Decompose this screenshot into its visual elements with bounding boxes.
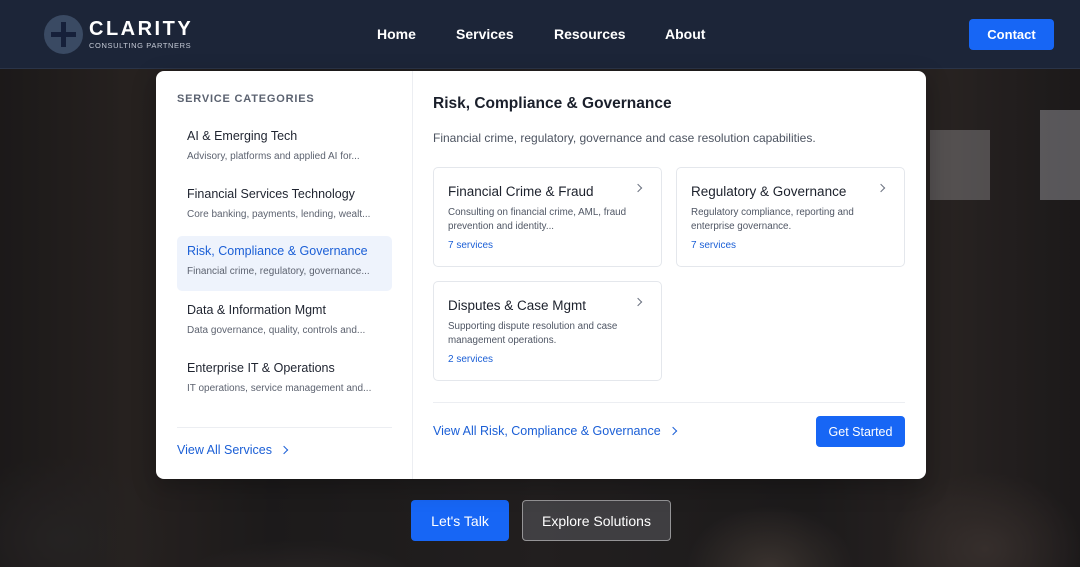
explore-solutions-button[interactable]: Explore Solutions [522,500,671,541]
background-window-light [1040,110,1080,200]
nav-home[interactable]: Home [377,26,416,42]
panel-description: Financial crime, regulatory, governance … [433,131,816,145]
category-description: Data governance, quality, controls and..… [187,325,366,336]
top-navbar: CLARITY CONSULTING PARTNERS Home Service… [0,0,1080,69]
service-description: Supporting dispute resolution and case m… [448,321,618,346]
categories-heading: SERVICE CATEGORIES [177,93,315,105]
category-sidebar: SERVICE CATEGORIES AI & Emerging Tech Ad… [156,71,413,479]
services-mega-menu: SERVICE CATEGORIES AI & Emerging Tech Ad… [156,71,926,479]
view-all-category-link[interactable]: View All Risk, Compliance & Governance [433,424,677,438]
chevron-right-icon [876,183,886,193]
service-title: Disputes & Case Mgmt [448,298,587,313]
service-description: Regulatory compliance, reporting and ent… [691,207,854,232]
view-all-services-label: View All Services [177,443,272,457]
brand-subtitle: CONSULTING PARTNERS [89,41,192,50]
chevron-right-icon [668,426,677,436]
category-description: Advisory, platforms and applied AI for..… [187,151,360,162]
service-title: Financial Crime & Fraud [448,184,594,199]
nav-about[interactable]: About [665,26,705,42]
brand-name: CLARITY [89,18,194,40]
service-count: 7 services [691,240,737,251]
lets-talk-button[interactable]: Let's Talk [411,500,509,541]
category-detail-panel: Risk, Compliance & Governance Financial … [413,71,926,479]
service-card-regulatory[interactable]: Regulatory & Governance Regulatory compl… [676,167,905,267]
category-description: Financial crime, regulatory, governance.… [187,266,370,277]
category-title: Risk, Compliance & Governance [187,244,368,258]
nav-services[interactable]: Services [456,26,514,42]
service-card-disputes[interactable]: Disputes & Case Mgmt Supporting dispute … [433,281,662,381]
brand-logo[interactable]: CLARITY CONSULTING PARTNERS [44,15,193,54]
chevron-right-icon [633,183,643,193]
category-title: Enterprise IT & Operations [187,361,335,375]
get-started-button[interactable]: Get Started [816,416,905,447]
chevron-right-icon [279,445,289,455]
service-count: 7 services [448,240,494,251]
logo-text: CLARITY CONSULTING PARTNERS [89,19,193,50]
chevron-right-icon [633,297,643,307]
background-window-light [930,130,990,200]
nav-resources[interactable]: Resources [554,26,626,42]
service-count: 2 services [448,354,494,365]
view-all-category-label: View All Risk, Compliance & Governance [433,424,661,438]
category-title: AI & Emerging Tech [187,129,298,143]
service-title: Regulatory & Governance [691,184,847,199]
category-item-risk-active[interactable]: Risk, Compliance & Governance Financial … [177,236,392,291]
logo-plus-icon [44,15,83,54]
service-description: Consulting on financial crime, AML, frau… [448,207,627,232]
category-item-fs-tech[interactable]: Financial Services Technology Core banki… [177,179,392,234]
panel-title: Risk, Compliance & Governance [433,95,672,112]
category-title: Data & Information Mgmt [187,303,326,317]
category-item-ai[interactable]: AI & Emerging Tech Advisory, platforms a… [177,121,392,176]
service-card-financial-crime[interactable]: Financial Crime & Fraud Consulting on fi… [433,167,662,267]
contact-button[interactable]: Contact [969,19,1054,50]
category-description: IT operations, service management and... [187,383,372,394]
divider [177,427,392,428]
category-description: Core banking, payments, lending, wealt..… [187,209,371,220]
category-item-enterprise-it[interactable]: Enterprise IT & Operations IT operations… [177,353,392,408]
view-all-services-link[interactable]: View All Services [177,443,289,457]
category-item-data[interactable]: Data & Information Mgmt Data governance,… [177,295,392,350]
category-title: Financial Services Technology [187,187,355,201]
divider [433,402,905,403]
